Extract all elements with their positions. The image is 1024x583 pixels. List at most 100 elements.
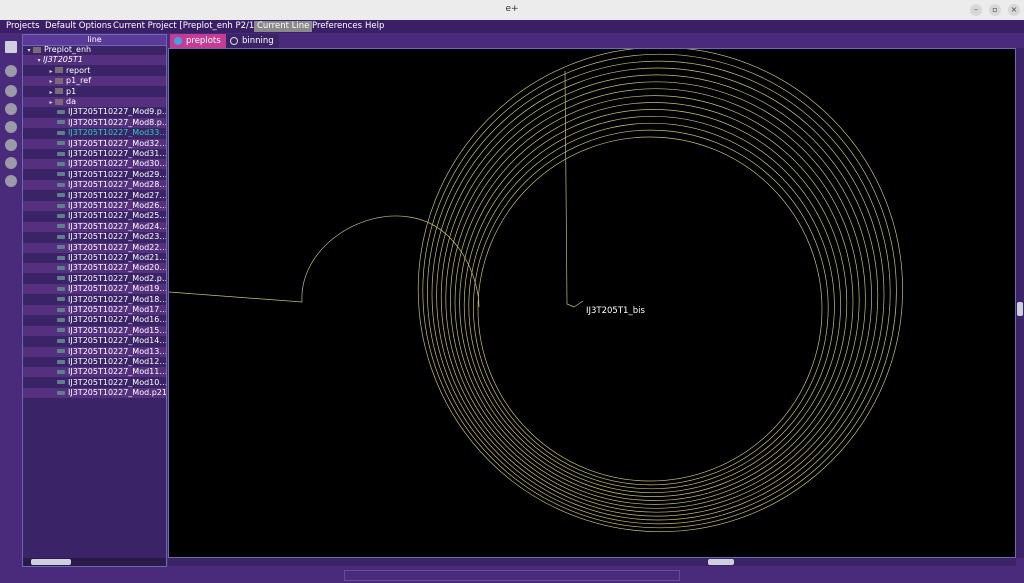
tool-icon[interactable] [5,157,17,169]
file-icon [57,213,65,218]
tree-file-item[interactable]: IJ3T205T10227_Mod9.p… [23,107,166,117]
file-icon [57,297,65,302]
tool-icon[interactable] [5,103,17,115]
tool-icon[interactable] [5,121,17,133]
tree-file-item[interactable]: IJ3T205T10227_Mod13… [23,346,166,357]
minimize-button[interactable]: – [970,4,982,16]
menu-default-options[interactable]: Default Options [42,21,115,32]
tree-item-label: IJ3T205T10227_Mod29… [68,169,166,179]
tree-horizontal-scrollbar[interactable] [23,558,166,566]
tree-file-item[interactable]: IJ3T205T10227_Mod27… [23,191,166,201]
tool-icon[interactable] [5,65,17,77]
tab-binning[interactable]: binning [226,34,279,48]
close-button[interactable]: × [1008,4,1020,16]
tree-item-label: p1 [66,86,77,96]
tree-file-item[interactable]: IJ3T205T10227_Mod22… [23,242,166,253]
tab-preplots[interactable]: preplots [170,34,226,48]
tree-file-item[interactable]: IJ3T205T10227_Mod12… [23,357,166,367]
tree-file-item[interactable]: IJ3T205T10227_Mod33… [23,128,166,138]
file-icon [57,172,65,177]
tree-file-item[interactable]: IJ3T205T10227_Mod32… [23,138,166,149]
survey-track-ring [473,129,829,486]
scroll-thumb[interactable] [708,559,734,565]
folder-icon [55,67,63,74]
scroll-thumb[interactable] [1017,302,1023,316]
tree-item-label: IJ3T205T10227_Mod27… [68,190,166,200]
survey-track-ring [463,115,841,494]
folder-icon [55,98,63,105]
plot-vertical-scrollbar[interactable] [1016,48,1024,558]
tree-file-item[interactable]: IJ3T205T10227_Mod28… [23,180,166,191]
chevron-right-icon[interactable]: ▸ [47,98,55,107]
tree-line-node[interactable]: ▾ IJ3T205T1 [23,55,166,66]
tool-icon[interactable] [5,85,17,97]
tree-root[interactable]: ▾ Preplot_enh [23,45,166,55]
menu-current-project[interactable]: Current Project [Preplot_enh P2/11] [110,21,266,32]
tree-item-label: IJ3T205T10227_Mod17… [68,305,166,314]
tree-file-item[interactable]: IJ3T205T10227_Mod23… [23,232,166,242]
tree-file-item[interactable]: IJ3T205T10227_Mod16… [23,315,166,325]
tree-file-item[interactable]: IJ3T205T10227_Mod25… [23,211,166,221]
file-icon [57,161,65,166]
tree-file-item[interactable]: IJ3T205T10227_Mod2.p… [23,274,166,284]
tree-file-item[interactable]: IJ3T205T10227_Mod21… [23,253,166,263]
tree-item-label: IJ3T205T10227_Mod14… [68,336,166,346]
tree-file-item[interactable]: IJ3T205T10227_Mod30… [23,159,166,170]
chevron-down-icon[interactable]: ▾ [25,46,33,55]
tree-file-item[interactable]: IJ3T205T10227_Mod19… [23,284,166,295]
folder-icon [55,88,63,95]
tree-item-label: IJ3T205T10227_Mod11… [68,367,166,377]
tree-file-item[interactable]: IJ3T205T10227_Mod18… [23,295,166,305]
tree-folder[interactable]: ▸ p1_ref [23,76,166,87]
file-icon [57,245,65,250]
chevron-right-icon[interactable]: ▸ [47,67,55,76]
menu-help[interactable]: Help [362,21,387,32]
tree-file-item[interactable]: IJ3T205T10227_Mod15… [23,325,166,336]
tool-icon[interactable] [5,139,17,151]
chevron-right-icon[interactable]: ▸ [47,77,55,86]
tree-folder[interactable]: ▸ p1 [23,87,166,97]
file-icon [57,224,65,229]
tree-file-item[interactable]: IJ3T205T10227_Mod11… [23,367,166,378]
tree-folder[interactable]: ▸ report [23,66,166,76]
tree-file-item[interactable]: IJ3T205T10227_Mod31… [23,149,166,159]
tab-label: preplots [186,36,221,46]
tree-file-item[interactable]: IJ3T205T10227_Mod8.p… [23,117,166,128]
tree-item-label: IJ3T205T10227_Mod26… [68,201,166,210]
tab-label: binning [242,36,274,46]
tree-item-label: IJ3T205T10227_Mod13… [68,346,166,356]
file-icon [57,369,65,374]
tree-item-label: IJ3T205T10227_Mod2.p… [68,273,166,283]
chevron-down-icon[interactable]: ▾ [35,56,43,65]
menu-projects[interactable]: Projects [3,21,43,32]
tree-file-item[interactable]: IJ3T205T10227_Mod14… [23,336,166,346]
tree-file-item[interactable]: IJ3T205T10227_Mod17… [23,305,166,315]
tree-folder[interactable]: ▸ da [23,97,166,107]
plot-horizontal-scrollbar[interactable] [168,558,1016,566]
tree-file-item[interactable]: IJ3T205T10227_Mod20… [23,263,166,274]
tree-file-item[interactable]: IJ3T205T10227_Mod26… [23,201,166,211]
menu-current-line[interactable]: Current Line [254,21,313,32]
tree-item-label: IJ3T205T10227_Mod15… [68,325,166,335]
file-icon [57,193,65,198]
tree-file-item[interactable]: IJ3T205T10227_Mod24… [23,221,166,232]
target-icon [230,37,238,45]
tree-item-label: IJ3T205T10227_Mod21… [68,253,166,262]
tab-bar: preplots binning [168,34,1024,48]
tree-item-label: IJ3T205T10227_Mod22… [68,242,166,252]
file-icon [57,234,65,239]
file-icon [57,203,65,208]
tree-item-label: IJ3T205T10227_Mod18… [68,294,166,304]
tree-file-item[interactable]: IJ3T205T10227_Mod.p21 [23,388,166,399]
survey-track-ring [436,74,879,517]
menu-preferences[interactable]: Preferences [309,21,365,32]
tree-file-item[interactable]: IJ3T205T10227_Mod10… [23,378,166,388]
tree-file-item[interactable]: IJ3T205T10227_Mod29… [23,170,166,180]
survey-track-ring [440,81,872,513]
plot-canvas[interactable]: IJ3T205T1_bis [168,46,1016,558]
chevron-right-icon[interactable]: ▸ [47,88,55,97]
maximize-button[interactable]: ▫ [989,4,1001,16]
scroll-thumb[interactable] [31,559,71,565]
tool-icon[interactable] [5,175,17,187]
home-icon[interactable] [5,41,17,53]
